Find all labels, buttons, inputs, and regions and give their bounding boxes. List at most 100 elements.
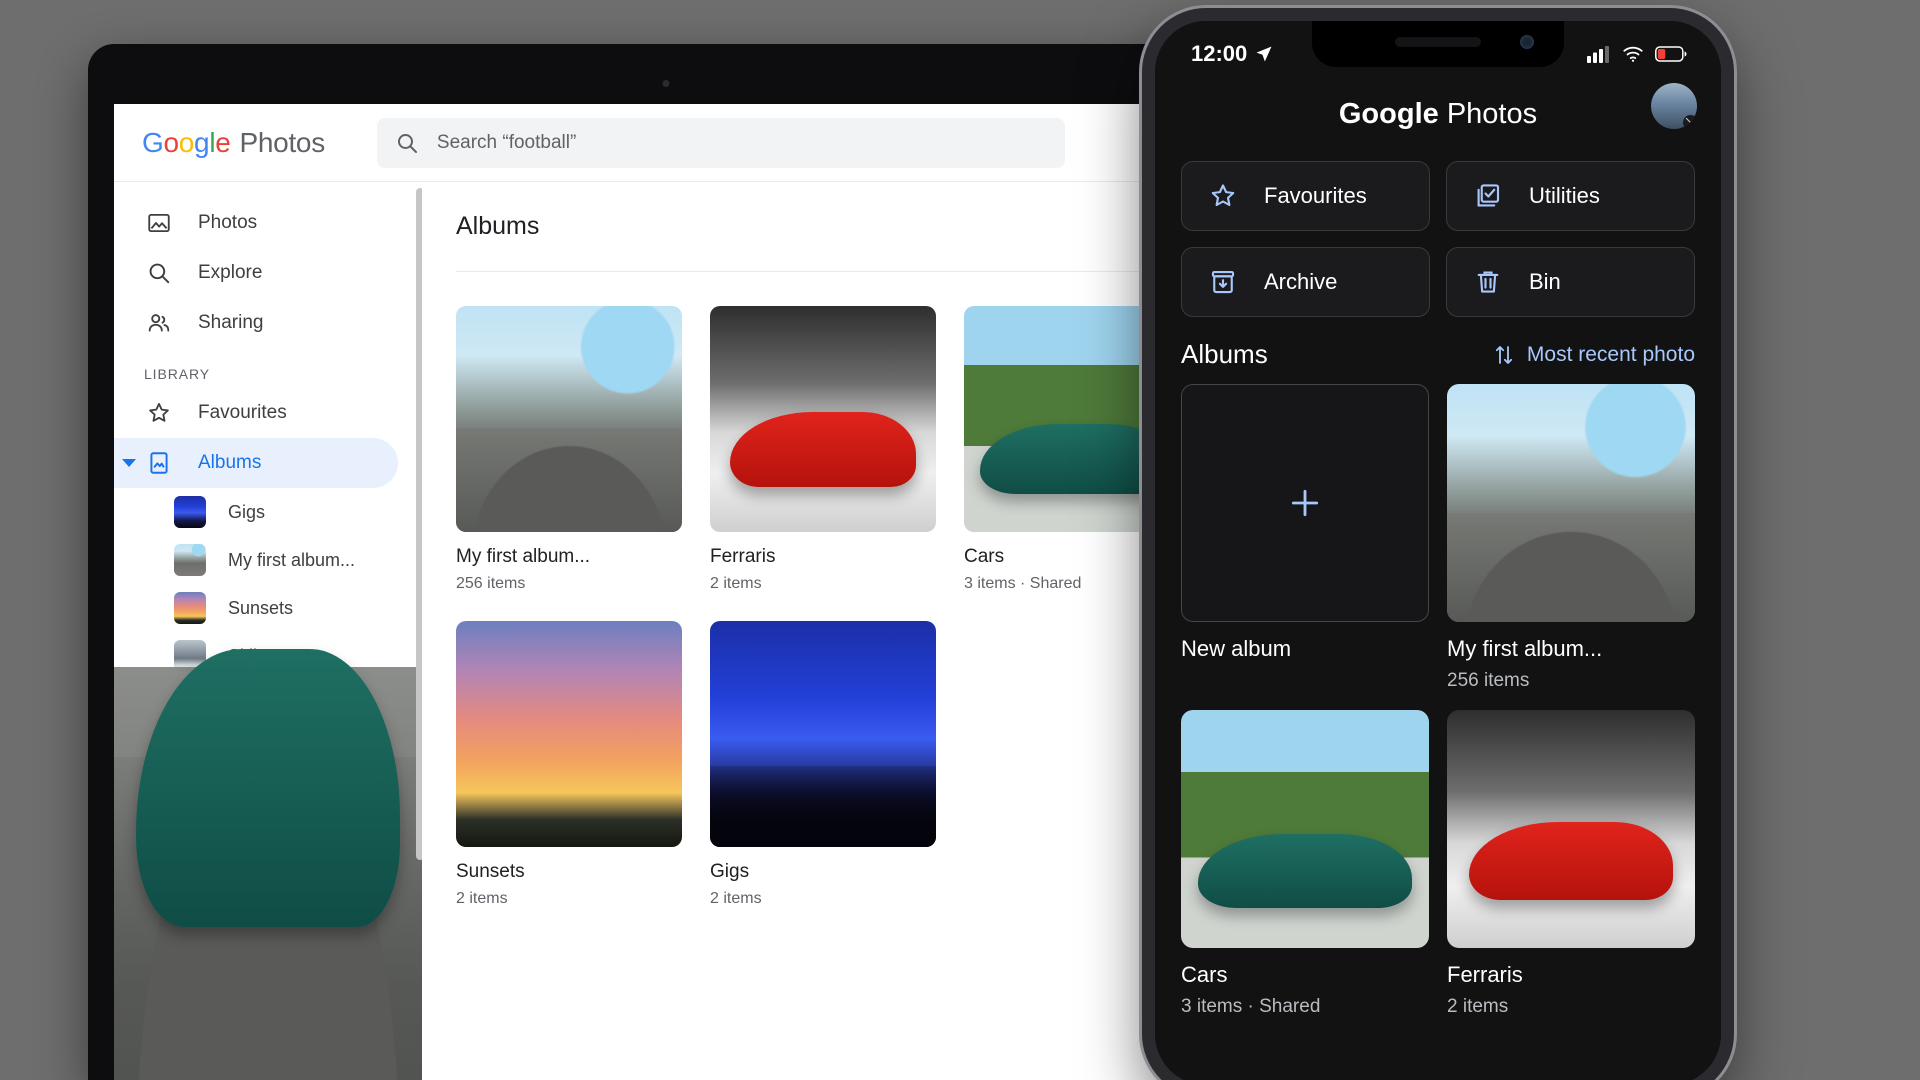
sidebar-item-label: Explore [198,262,263,283]
sidebar-album-sunsets[interactable]: Sunsets [114,584,422,632]
plus-icon [1291,489,1319,517]
sidebar-item-sharing[interactable]: Sharing [114,298,398,348]
logo-letter-g: G [142,126,164,158]
sidebar-item-favourites[interactable]: Favourites [114,388,398,438]
phone-app-title: Google Photos [1339,98,1537,131]
archive-icon [1211,270,1235,294]
chevron-down-icon[interactable] [122,459,136,467]
album-name: Gigs [710,861,750,882]
status-time: 12:00 [1191,41,1248,66]
sidebar-item-label: Albums [198,452,262,473]
sort-label: Most recent photo [1526,342,1695,366]
album-cover-image [456,621,682,847]
album-name: Ferraris [710,546,776,567]
phone-album-card-ferraris[interactable]: Ferraris 2 items [1447,710,1695,1018]
album-meta: 2 items [710,890,762,907]
phone-album-card-new-album[interactable]: New album [1181,384,1429,692]
google-photos-logo: Google Photos [142,127,325,159]
sort-arrows-icon [1495,345,1513,364]
status-time-group: 12:00 [1191,41,1274,67]
phone-album-cover [1447,710,1695,948]
album-grid: My first album... 256 items Ferraris 2 i… [456,272,1217,908]
trash-icon [1477,271,1499,293]
album-name: My first album... [456,546,591,567]
logo-letter-o2: o [178,126,195,158]
sidebar: Photos Explore Sharing LIBRARY Favourite… [114,182,424,1080]
quick-actions-grid: Favourites Utilities Archive Bin [1155,151,1721,317]
album-cover-image [710,621,936,847]
logo-letter-e: e [215,126,231,158]
album-thumbnail [174,688,206,720]
album-cover-image [456,306,682,532]
phone-albums-section-header: Albums Most recent photo [1155,317,1721,380]
search-input[interactable]: Search “football” [376,117,1065,168]
album-meta: 2 items [710,575,762,592]
album-card-my-first-album[interactable]: My first album... 256 items [456,306,682,593]
laptop-webcam [662,80,669,87]
screenshot-stage: Google Photos Search “football” Photos E… [0,0,1920,1080]
sidebar-item-label: Photos [198,212,258,233]
quick-action-bin[interactable]: Bin [1446,247,1695,317]
sidebar-album-gigs[interactable]: Gigs [114,488,422,536]
star-icon [144,400,174,426]
sidebar-item-explore[interactable]: Explore [114,248,398,298]
sort-control[interactable]: Most recent photo [1492,343,1695,367]
phone-album-card-my-first-album[interactable]: My first album... 256 items [1447,384,1695,692]
phone-section-title: Albums [1181,339,1268,369]
album-cover-image [710,306,936,532]
photo-icon [144,210,174,236]
album-label: My first album... [228,549,356,570]
album-meta: 256 items [456,575,526,592]
phone-screen: 12:00 Google Photos Favourites Utilities… [1155,21,1721,1080]
phone-title-google: Google [1338,97,1439,130]
sidebar-section-library: LIBRARY [144,366,210,382]
album-thumbnail [174,496,206,528]
album-card-gigs[interactable]: Gigs 2 items [710,621,936,908]
album-name: Sunsets [456,861,525,882]
sidebar-album-my-first-album[interactable]: My first album... [114,536,422,584]
sidebar-item-photos[interactable]: Photos [114,198,398,248]
album-thumbnail [174,592,206,624]
people-icon [144,310,174,336]
avatar[interactable] [1651,83,1697,129]
quick-action-label: Favourites [1264,183,1367,208]
phone-app-header: Google Photos [1155,77,1721,151]
star-icon [1211,184,1235,207]
album-label: Sunsets [228,597,294,618]
phone-album-name: Cars [1181,962,1228,987]
album-card-sunsets[interactable]: Sunsets 2 items [456,621,682,908]
phone-album-meta: 2 items [1447,996,1509,1017]
laptop-device: Google Photos Search “football” Photos E… [88,44,1243,1080]
search-icon [397,133,417,153]
album-card-ferraris[interactable]: Ferraris 2 items [710,306,936,593]
phone-title-photos: Photos [1446,97,1538,130]
logo-letter-o1: o [163,126,179,158]
phone-album-card-cars[interactable]: Cars 3 items · Shared [1181,710,1429,1018]
logo-word-photos: Photos [239,126,326,158]
cellular-signal-icon [1587,46,1609,63]
phone-album-grid: New album My first album... 256 items Ca… [1155,380,1721,1018]
phone-album-cover [1181,710,1429,948]
quick-action-archive[interactable]: Archive [1181,247,1430,317]
quick-action-utilities[interactable]: Utilities [1446,161,1695,231]
wifi-icon [1623,46,1643,62]
phone-album-meta: 256 items [1447,670,1530,691]
web-app-header: Google Photos Search “football” [114,104,1217,182]
sidebar-item-label: Sharing [198,312,264,333]
search-icon [144,260,174,286]
phone-device: 12:00 Google Photos Favourites Utilities… [1142,8,1734,1080]
avatar-status-badge [1683,115,1697,129]
albums-main-panel: Albums My first album... 256 items Ferra… [422,182,1217,1080]
new-album-tile[interactable] [1181,384,1429,622]
phone-album-name: My first album... [1447,636,1603,661]
sidebar-item-label: Favourites [198,402,287,423]
status-bar: 12:00 [1155,21,1721,77]
battery-low-icon [1655,46,1687,62]
quick-action-favourites[interactable]: Favourites [1181,161,1430,231]
quick-action-label: Bin [1529,269,1561,294]
location-arrow-icon [1256,46,1272,62]
album-meta: 2 items [456,890,508,907]
page-title: Albums [456,212,540,240]
cloud-off-icon [1685,117,1696,128]
sidebar-item-albums[interactable]: Albums [114,438,398,488]
